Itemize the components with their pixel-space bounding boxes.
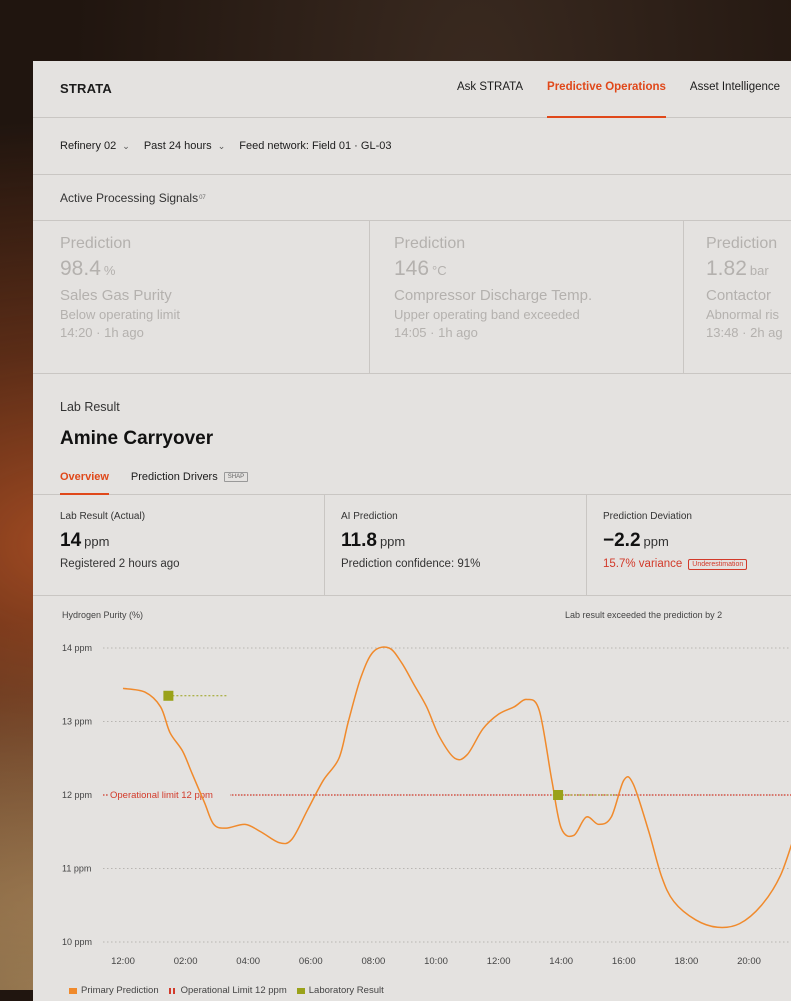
y-tick-label: 14 ppm — [62, 643, 92, 653]
site-dropdown-label: Refinery 02 — [60, 140, 117, 152]
metric-header: Prediction Deviation — [603, 511, 692, 522]
feed-network-filter[interactable]: Feed network: Field 01 · GL-03 — [239, 140, 391, 152]
signals-count: 07 — [199, 194, 206, 201]
signal-status: Below operating limit — [60, 307, 180, 322]
signal-status: Upper operating band exceeded — [394, 307, 580, 322]
signal-name: Sales Gas Purity — [60, 287, 172, 304]
x-tick-label: 02:00 — [174, 956, 198, 967]
chevron-down-icon: ⌄ — [217, 140, 226, 151]
lab-section-label: Lab Result — [60, 400, 120, 414]
y-tick-label: 13 ppm — [62, 717, 92, 727]
limit-label: Operational limit 12 ppm — [110, 790, 213, 801]
x-tick-label: 12:00 — [111, 956, 135, 967]
chevron-down-icon: ⌄ — [122, 140, 130, 151]
range-dropdown[interactable]: Past 24 hours ⌄ — [144, 140, 225, 152]
x-tick-label: 04:00 — [236, 956, 260, 967]
x-tick-label: 20:00 — [737, 956, 761, 967]
lab-result-point — [163, 690, 174, 701]
signal-value: 1.82 bar — [706, 257, 769, 280]
signal-time: 14:20 · 1h ago — [60, 325, 144, 340]
metric-ai-prediction: AI Prediction 11.8 ppm Prediction confide… — [325, 495, 587, 595]
signal-card[interactable]: Prediction 146 °C Compressor Discharge Te… — [370, 221, 684, 373]
metric-value: −2.2 ppm — [603, 530, 669, 551]
lab-tabs: Overview Prediction Drivers SHAP — [33, 460, 791, 495]
signal-value: 146 °C — [394, 257, 447, 280]
site-dropdown[interactable]: Refinery 02 ⌄ — [60, 140, 130, 152]
app-window: STRATA Ask STRATA Predictive Operations … — [33, 61, 791, 1001]
metric-header: Lab Result (Actual) — [60, 511, 146, 522]
legend-item-limit[interactable]: Operational Limit 12 ppm — [168, 985, 287, 996]
y-tick-label: 12 ppm — [62, 790, 92, 800]
tab-overview[interactable]: Overview — [60, 471, 109, 495]
y-tick-label: 11 ppm — [62, 864, 91, 874]
signal-card[interactable]: Prediction 1.82 bar Contactor Abnormal ri… — [684, 221, 791, 373]
signal-name: Contactor — [706, 287, 772, 304]
shap-badge: SHAP — [223, 472, 249, 482]
top-navigation: STRATA Ask STRATA Predictive Operations … — [33, 61, 791, 118]
x-tick-label: 08:00 — [362, 956, 386, 967]
legend-item-lab[interactable]: Laboratory Result — [296, 985, 384, 996]
brand-logo[interactable]: STRATA — [60, 81, 112, 96]
metric-subtext: 15.7% variance Underestimation — [603, 558, 791, 570]
signal-card[interactable]: Prediction 98.4% Sales Gas Purity Below … — [33, 221, 370, 373]
range-dropdown-label: Past 24 hours — [143, 140, 212, 152]
metric-subtext: Prediction confidence: 91% — [341, 558, 481, 570]
signal-label: Prediction — [706, 235, 778, 252]
metric-value: 14 ppm — [60, 530, 110, 551]
lab-title: Amine Carryover — [60, 428, 214, 449]
feed-network-label: Feed network: Field 01 · GL-03 — [239, 140, 392, 152]
filter-bar: Refinery 02 ⌄ Past 24 hours ⌄ Feed netwo… — [33, 118, 791, 175]
signal-label: Prediction — [60, 235, 132, 252]
nav-ask-strata[interactable]: Ask STRATA — [457, 81, 523, 93]
x-tick-label: 12:00 — [487, 956, 511, 967]
metric-lab-actual: Lab Result (Actual) 14 ppm Registered 2 h… — [33, 495, 325, 595]
nav-asset-intelligence[interactable]: Asset Intelligence — [690, 81, 780, 93]
lab-result-point — [553, 790, 564, 800]
nav-links: Ask STRATA Predictive Operations Asset I… — [457, 81, 780, 118]
legend-item-prediction[interactable]: Primary Prediction — [69, 985, 159, 996]
signals-row: Prediction 98.4% Sales Gas Purity Below … — [33, 221, 791, 374]
x-tick-label: 16:00 — [612, 956, 636, 967]
chart-legend: Primary Prediction Operational Limit 12 … — [69, 985, 384, 996]
signal-name: Compressor Discharge Temp. — [394, 287, 593, 304]
nav-predictive-operations[interactable]: Predictive Operations — [547, 81, 666, 118]
x-tick-label: 10:00 — [424, 956, 448, 967]
signal-label: Prediction — [394, 235, 466, 252]
x-tick-label: 18:00 — [675, 956, 699, 967]
x-tick-label: 06:00 — [299, 956, 323, 967]
signals-header: Active Processing Signals 07 — [33, 175, 791, 221]
y-tick-label: 10 ppm — [62, 937, 92, 947]
metric-value: 11.8 ppm — [341, 530, 406, 551]
prediction-chart: Hydrogen Purity (%) Lab result exceeded … — [33, 592, 791, 1001]
metric-subtext: Registered 2 hours ago — [60, 558, 180, 570]
metric-deviation: Prediction Deviation −2.2 ppm 15.7% varia… — [587, 495, 791, 595]
signal-time: 14:05 · 1h ago — [394, 325, 478, 340]
chart-svg: 14 ppm 13 ppm 12 ppm 11 ppm 10 ppm 12:00 02:00… — [62, 643, 791, 967]
signal-time: 13:48 · 2h ag — [706, 325, 783, 340]
prediction-line — [122, 646, 791, 929]
signals-title: Active Processing Signals — [60, 190, 199, 205]
signal-status: Abnormal ris — [706, 307, 779, 322]
underestimation-tag: Underestimation — [688, 558, 748, 570]
tab-prediction-drivers[interactable]: Prediction Drivers SHAP — [131, 471, 249, 483]
metrics-row: Lab Result (Actual) 14 ppm Registered 2 h… — [33, 495, 791, 596]
metric-header: AI Prediction — [341, 511, 398, 522]
signal-value: 98.4% — [60, 257, 116, 280]
x-tick-label: 14:00 — [549, 956, 573, 967]
